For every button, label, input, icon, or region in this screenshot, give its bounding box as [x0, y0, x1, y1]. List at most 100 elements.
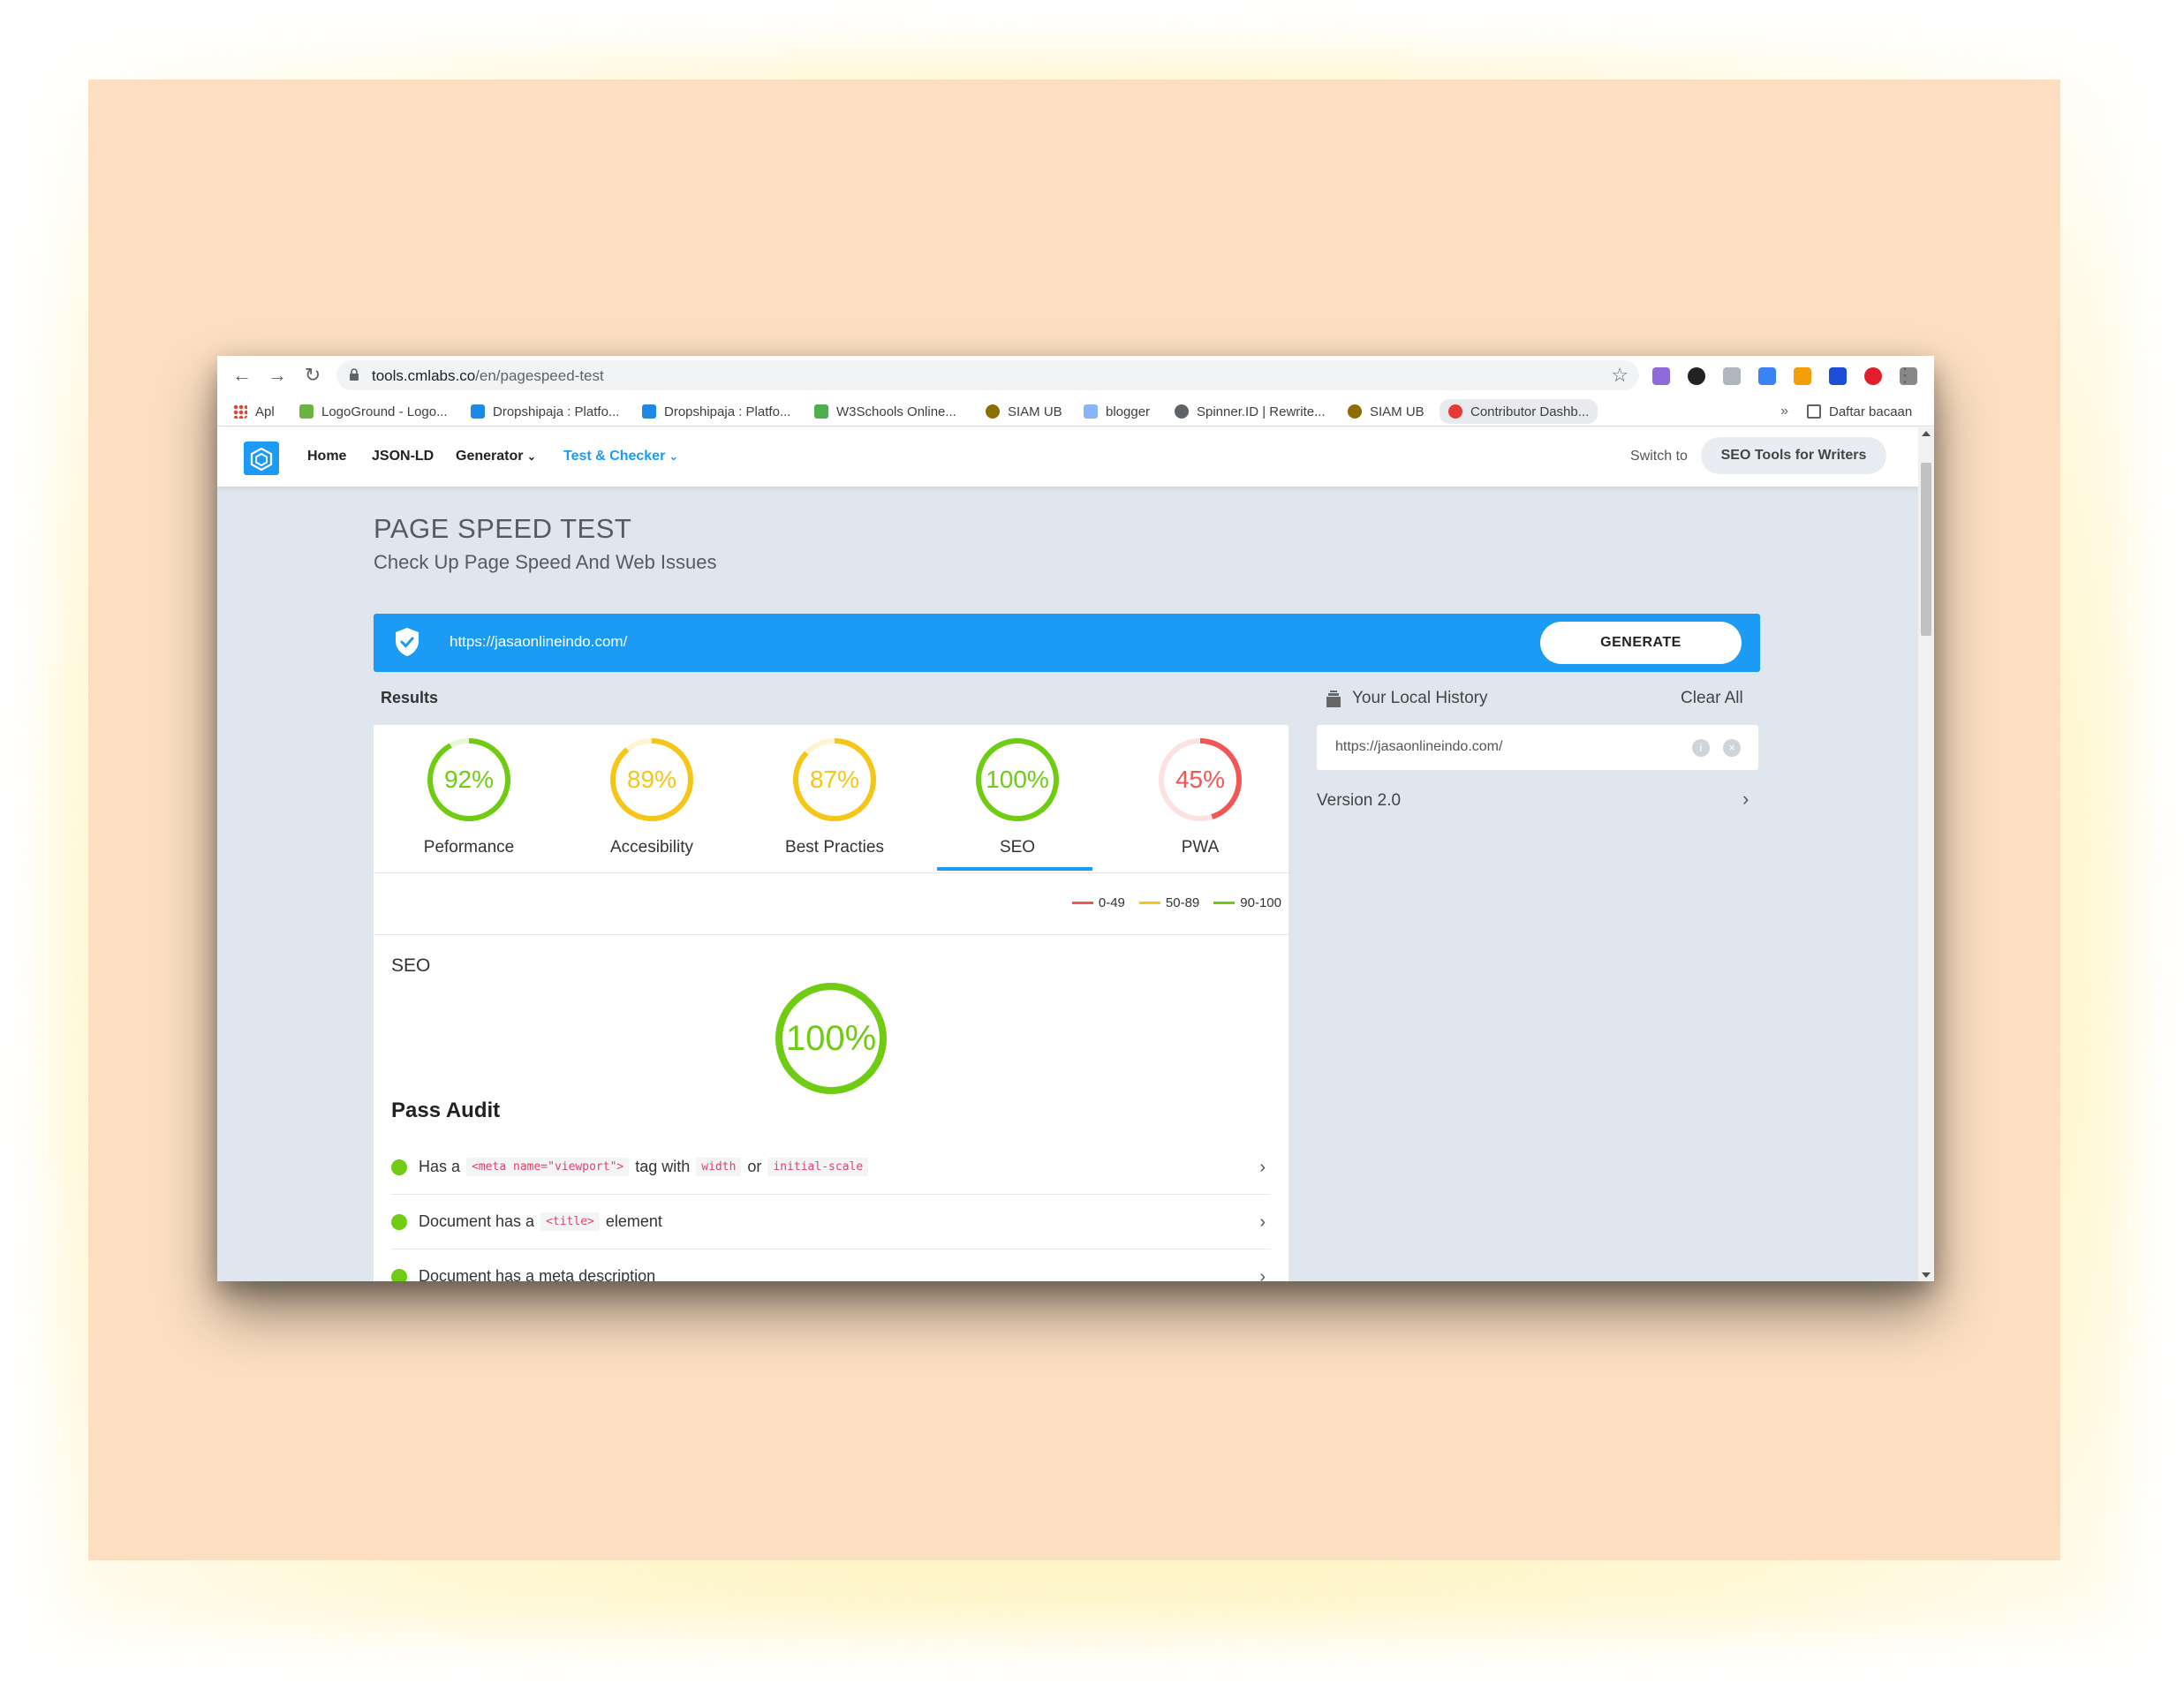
pass-audit-title: Pass Audit: [391, 1098, 501, 1122]
leaf-icon: [299, 404, 314, 419]
bookmark-label: SIAM UB: [1370, 404, 1425, 419]
legend-swatch: [1213, 902, 1236, 904]
nav-jsonld[interactable]: JSON-LD: [372, 449, 434, 464]
nav-generator-label: Generator: [456, 449, 524, 464]
bookmark-item[interactable]: Contributor Dashb...: [1440, 399, 1598, 424]
blogger-icon: [1084, 404, 1098, 419]
results-title: Results: [381, 689, 439, 706]
bookmark-label: Contributor Dashb...: [1470, 404, 1590, 419]
siam-ub-icon: [1348, 404, 1362, 419]
active-tab-indicator: [937, 867, 1092, 871]
legend-item: 50-89: [1138, 895, 1200, 910]
bookmark-item[interactable]: W3Schools Online...: [814, 402, 956, 421]
chevron-right-icon: ›: [1259, 1267, 1266, 1281]
more-options-icon[interactable]: ⋮: [1895, 365, 1915, 386]
bookmark-item[interactable]: LogoGround - Logo...: [299, 402, 448, 421]
dropshipaja-icon: [642, 404, 656, 419]
generate-button[interactable]: GENERATE: [1540, 622, 1742, 664]
extension-icon-3[interactable]: [1723, 367, 1741, 385]
back-icon[interactable]: ←: [231, 365, 253, 386]
audit-item[interactable]: Has a <meta name="viewport"> tag with wi…: [391, 1140, 1271, 1195]
bookmark-item[interactable]: Dropshipaja : Platfo...: [642, 402, 790, 421]
pass-dot-icon: [391, 1159, 407, 1175]
bookmark-item[interactable]: Apl: [233, 402, 275, 421]
divider: [374, 934, 1288, 935]
score-label: Accesibility: [610, 838, 693, 857]
audit-item[interactable]: Document has a <title> element ›: [391, 1195, 1271, 1249]
siam-ub-icon: [986, 404, 1000, 419]
globe-icon: [1175, 404, 1189, 419]
chevron-right-icon[interactable]: ›: [1742, 788, 1749, 811]
scrollbar-thumb[interactable]: [1921, 463, 1931, 636]
scroll-up-icon[interactable]: [1922, 431, 1931, 436]
audit-text: or: [747, 1158, 762, 1175]
score-label: PWA: [1181, 838, 1220, 857]
seo-tools-writers-button[interactable]: SEO Tools for Writers: [1701, 437, 1886, 474]
legend-swatch: [1071, 902, 1093, 904]
contributor-icon: [1448, 404, 1462, 419]
bookmark-item[interactable]: SIAM UB: [1348, 402, 1425, 421]
bookmark-item[interactable]: Dropshipaja : Platfo...: [471, 402, 619, 421]
url-input[interactable]: https://jasaonlineindo.com/: [450, 633, 627, 651]
opera-icon[interactable]: [1864, 367, 1882, 385]
score-gauge-pwa[interactable]: 45% PWA: [1119, 737, 1278, 870]
score-gauge-best-practies[interactable]: 87% Best Practies: [753, 737, 912, 870]
page-subtitle: Check Up Page Speed And Web Issues: [374, 551, 717, 573]
score-gauge-seo[interactable]: 100% SEO: [936, 737, 1095, 870]
score-value: 45%: [1175, 766, 1226, 793]
page-title: PAGE SPEED TEST: [374, 513, 632, 544]
chevron-right-icon: ›: [1259, 1212, 1266, 1232]
clear-all-button[interactable]: Clear All: [1681, 689, 1743, 708]
audit-code: <title>: [540, 1212, 600, 1231]
nav-test-checker[interactable]: Test & Checker ⌄: [563, 449, 678, 464]
reload-icon[interactable]: ↻: [302, 365, 323, 386]
legend-item: 0-49: [1071, 895, 1125, 910]
extension-icon-1[interactable]: [1652, 367, 1670, 385]
extension-icon-6[interactable]: [1829, 367, 1847, 385]
audit-text: Document has a meta description: [419, 1267, 656, 1281]
chevron-down-icon: ⌄: [669, 450, 678, 463]
extension-icon-4[interactable]: [1758, 367, 1776, 385]
seo-score-gauge: 100%: [774, 981, 888, 1096]
audit-text: tag with: [635, 1158, 691, 1175]
page-viewport: Home JSON-LD Generator ⌄ Test & Checker …: [217, 427, 1934, 1281]
browser-toolbar: ← → ↻ tools.cmlabs.co/en/pagespeed-test …: [217, 356, 1934, 395]
more-bookmarks-icon[interactable]: »: [1780, 404, 1788, 419]
reading-list[interactable]: Daftar bacaan: [1807, 402, 1912, 421]
score-label: Peformance: [423, 838, 515, 857]
close-icon[interactable]: ×: [1723, 739, 1741, 757]
url-input-bar: https://jasaonlineindo.com/ GENERATE: [374, 614, 1760, 672]
address-bar[interactable]: tools.cmlabs.co/en/pagespeed-test ☆: [336, 360, 1639, 390]
bookmark-label: Apl: [255, 404, 275, 419]
extension-icon-2[interactable]: [1688, 367, 1705, 385]
page-scrollbar[interactable]: [1918, 427, 1934, 1281]
legend-label: 50-89: [1165, 895, 1200, 910]
extension-icon-5[interactable]: [1794, 367, 1811, 385]
cmlabs-logo[interactable]: [244, 442, 279, 475]
pass-dot-icon: [391, 1268, 407, 1281]
score-gauge-accesibility[interactable]: 89% Accesibility: [571, 737, 729, 870]
bookmark-item[interactable]: SIAM UB: [986, 402, 1062, 421]
score-value: 89%: [626, 766, 677, 793]
bookmark-item[interactable]: blogger: [1084, 402, 1150, 421]
pass-dot-icon: [391, 1213, 407, 1230]
history-item[interactable]: https://jasaonlineindo.com/ i ×: [1317, 725, 1758, 770]
forward-icon[interactable]: →: [267, 365, 288, 386]
bookmark-label: SIAM UB: [1008, 404, 1062, 419]
scroll-down-icon[interactable]: [1922, 1272, 1931, 1278]
audit-code: width: [696, 1158, 742, 1176]
bookmark-label: Spinner.ID | Rewrite...: [1197, 404, 1326, 419]
score-legend: 0-49 50-89 90-100: [1058, 895, 1281, 910]
bookmark-star-icon[interactable]: ☆: [1611, 364, 1629, 387]
history-url: https://jasaonlineindo.com/: [1335, 739, 1503, 754]
bookmark-item[interactable]: Spinner.ID | Rewrite...: [1175, 402, 1326, 421]
nav-home[interactable]: Home: [307, 449, 346, 464]
info-icon[interactable]: i: [1692, 739, 1710, 757]
audit-item[interactable]: Document has a meta description ›: [391, 1249, 1271, 1281]
nav-test-checker-label: Test & Checker: [563, 449, 666, 464]
score-gauge-peformance[interactable]: 92% Peformance: [388, 737, 547, 870]
version-label[interactable]: Version 2.0: [1317, 791, 1401, 811]
score-label: SEO: [999, 838, 1036, 857]
nav-generator[interactable]: Generator ⌄: [456, 449, 536, 464]
history-title: Your Local History: [1352, 689, 1488, 707]
